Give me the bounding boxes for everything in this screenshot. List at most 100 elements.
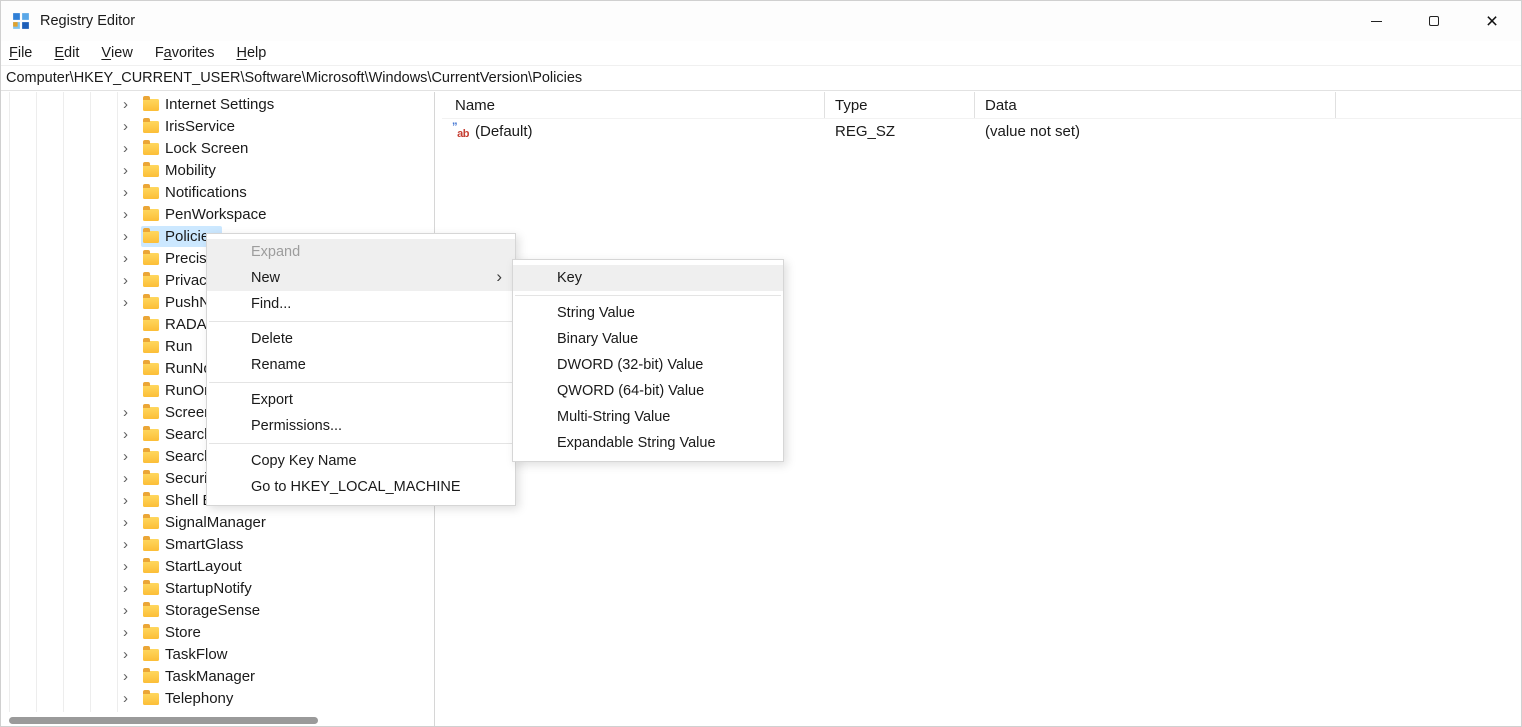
maximize-button[interactable]: [1405, 1, 1463, 41]
tree-item-content: StartupNotify: [141, 578, 257, 599]
context-menu-item[interactable]: Export: [207, 387, 515, 413]
chevron-right-icon[interactable]: ›: [123, 229, 141, 244]
chevron-right-icon[interactable]: ›: [123, 647, 141, 662]
tree-item[interactable]: › TaskFlow: [1, 643, 434, 665]
tree-item[interactable]: › PenWorkspace: [1, 203, 434, 225]
chevron-right-icon[interactable]: ›: [123, 515, 141, 530]
folder-icon: [143, 583, 159, 595]
menubar-item[interactable]: Help: [225, 41, 277, 65]
horizontal-scrollbar-thumb[interactable]: [9, 717, 318, 724]
tree-item[interactable]: › StartLayout: [1, 555, 434, 577]
chevron-right-icon[interactable]: ›: [123, 449, 141, 464]
folder-icon: [143, 473, 159, 485]
folder-icon: [143, 671, 159, 683]
chevron-right-icon[interactable]: ›: [123, 97, 141, 112]
submenu-item[interactable]: QWORD (64-bit) Value: [513, 378, 783, 404]
menu-item-label: Rename: [251, 357, 306, 373]
chevron-right-icon[interactable]: ›: [123, 493, 141, 508]
tree-item-content: Mobility: [141, 160, 221, 181]
folder-icon: [143, 121, 159, 133]
chevron-right-icon[interactable]: ›: [123, 119, 141, 134]
context-menu-item[interactable]: Copy Key Name: [207, 448, 515, 474]
menu-item-label: Permissions...: [251, 418, 342, 434]
chevron-right-icon[interactable]: ›: [123, 207, 141, 222]
minimize-button[interactable]: [1347, 1, 1405, 41]
address-bar[interactable]: Computer\HKEY_CURRENT_USER\Software\Micr…: [1, 66, 1521, 91]
chevron-right-icon[interactable]: ›: [123, 427, 141, 442]
tree-item[interactable]: › SignalManager: [1, 511, 434, 533]
menubar-item-label-post: ile: [18, 45, 33, 61]
chevron-right-icon[interactable]: ›: [123, 163, 141, 178]
maximize-icon: [1429, 16, 1439, 26]
chevron-right-icon[interactable]: ›: [123, 625, 141, 640]
tree-item-label: IrisService: [165, 118, 235, 135]
tree-item[interactable]: › StartupNotify: [1, 577, 434, 599]
chevron-right-icon[interactable]: ›: [123, 405, 141, 420]
tree-item[interactable]: › IrisService: [1, 115, 434, 137]
chevron-right-icon[interactable]: ›: [123, 251, 141, 266]
chevron-right-icon[interactable]: ›: [123, 141, 141, 156]
submenu-item[interactable]: Binary Value: [513, 326, 783, 352]
tree-item[interactable]: › StorageSense: [1, 599, 434, 621]
chevron-right-icon[interactable]: ›: [123, 273, 141, 288]
registry-editor-window: Registry Editor × File Edit View Favorit…: [0, 0, 1522, 727]
folder-icon: [143, 363, 159, 375]
value-row[interactable]: ab (Default) REG_SZ (value not set): [442, 119, 1521, 143]
chevron-right-icon[interactable]: ›: [123, 669, 141, 684]
new-submenu: Key String Value Binary Value DWORD (32-…: [512, 259, 784, 462]
column-header[interactable]: Data: [975, 92, 1336, 118]
submenu-item[interactable]: Expandable String Value: [513, 430, 783, 456]
submenu-item[interactable]: String Value: [513, 300, 783, 326]
chevron-right-icon[interactable]: ›: [123, 295, 141, 310]
menu-item-label: Delete: [251, 331, 293, 347]
tree-item[interactable]: › Mobility: [1, 159, 434, 181]
chevron-right-icon[interactable]: ›: [123, 537, 141, 552]
submenu-item-label: DWORD (32-bit) Value: [557, 357, 703, 373]
menubar-item-accelerator: a: [164, 45, 172, 61]
tree-item-content: Notifications: [141, 182, 252, 203]
chevron-right-icon[interactable]: ›: [123, 185, 141, 200]
chevron-right-icon[interactable]: ›: [123, 581, 141, 596]
minimize-icon: [1371, 21, 1382, 22]
tree-item[interactable]: › Notifications: [1, 181, 434, 203]
submenu-item[interactable]: Key: [513, 265, 783, 291]
close-button[interactable]: ×: [1463, 1, 1521, 41]
submenu-item[interactable]: DWORD (32-bit) Value: [513, 352, 783, 378]
submenu-item-label: String Value: [557, 305, 635, 321]
context-menu-item[interactable]: New ›: [207, 265, 515, 291]
tree-item[interactable]: › Telephony: [1, 687, 434, 709]
context-menu-item[interactable]: Rename: [207, 352, 515, 378]
chevron-right-icon[interactable]: ›: [123, 603, 141, 618]
chevron-right-icon[interactable]: ›: [123, 471, 141, 486]
tree-item-content: Telephony: [141, 688, 238, 709]
column-header[interactable]: Name: [442, 92, 825, 118]
folder-icon: [143, 561, 159, 573]
tree-item[interactable]: › Lock Screen: [1, 137, 434, 159]
menubar-item[interactable]: Favorites: [144, 41, 226, 65]
menubar-item-accelerator: V: [101, 45, 111, 61]
context-menu-item[interactable]: Permissions...: [207, 413, 515, 439]
menubar-item[interactable]: View: [90, 41, 143, 65]
context-menu-item[interactable]: Find...: [207, 291, 515, 317]
tree-item[interactable]: › Store: [1, 621, 434, 643]
menu-item-label: Expand: [251, 244, 300, 260]
tree-item-label: SignalManager: [165, 514, 266, 531]
chevron-right-icon[interactable]: ›: [123, 691, 141, 706]
context-menu-item[interactable]: Go to HKEY_LOCAL_MACHINE: [207, 474, 515, 500]
tree-item[interactable]: › SmartGlass: [1, 533, 434, 555]
submenu-item[interactable]: Multi-String Value: [513, 404, 783, 430]
folder-icon: [143, 319, 159, 331]
chevron-right-icon[interactable]: ›: [123, 559, 141, 574]
tree-item-label: PenWorkspace: [165, 206, 266, 223]
list-header: Name Type Data: [442, 92, 1521, 119]
tree-item[interactable]: › Internet Settings: [1, 93, 434, 115]
menubar-item-label-post: iew: [111, 45, 133, 61]
column-header[interactable]: Type: [825, 92, 975, 118]
tree-item[interactable]: › TaskManager: [1, 665, 434, 687]
folder-icon: [143, 385, 159, 397]
tree-item-label: Telephony: [165, 690, 233, 707]
menubar-item[interactable]: Edit: [43, 41, 90, 65]
context-menu-item[interactable]: Delete: [207, 326, 515, 352]
menubar-item[interactable]: File: [1, 41, 43, 65]
context-menu-item[interactable]: Expand: [207, 239, 515, 265]
